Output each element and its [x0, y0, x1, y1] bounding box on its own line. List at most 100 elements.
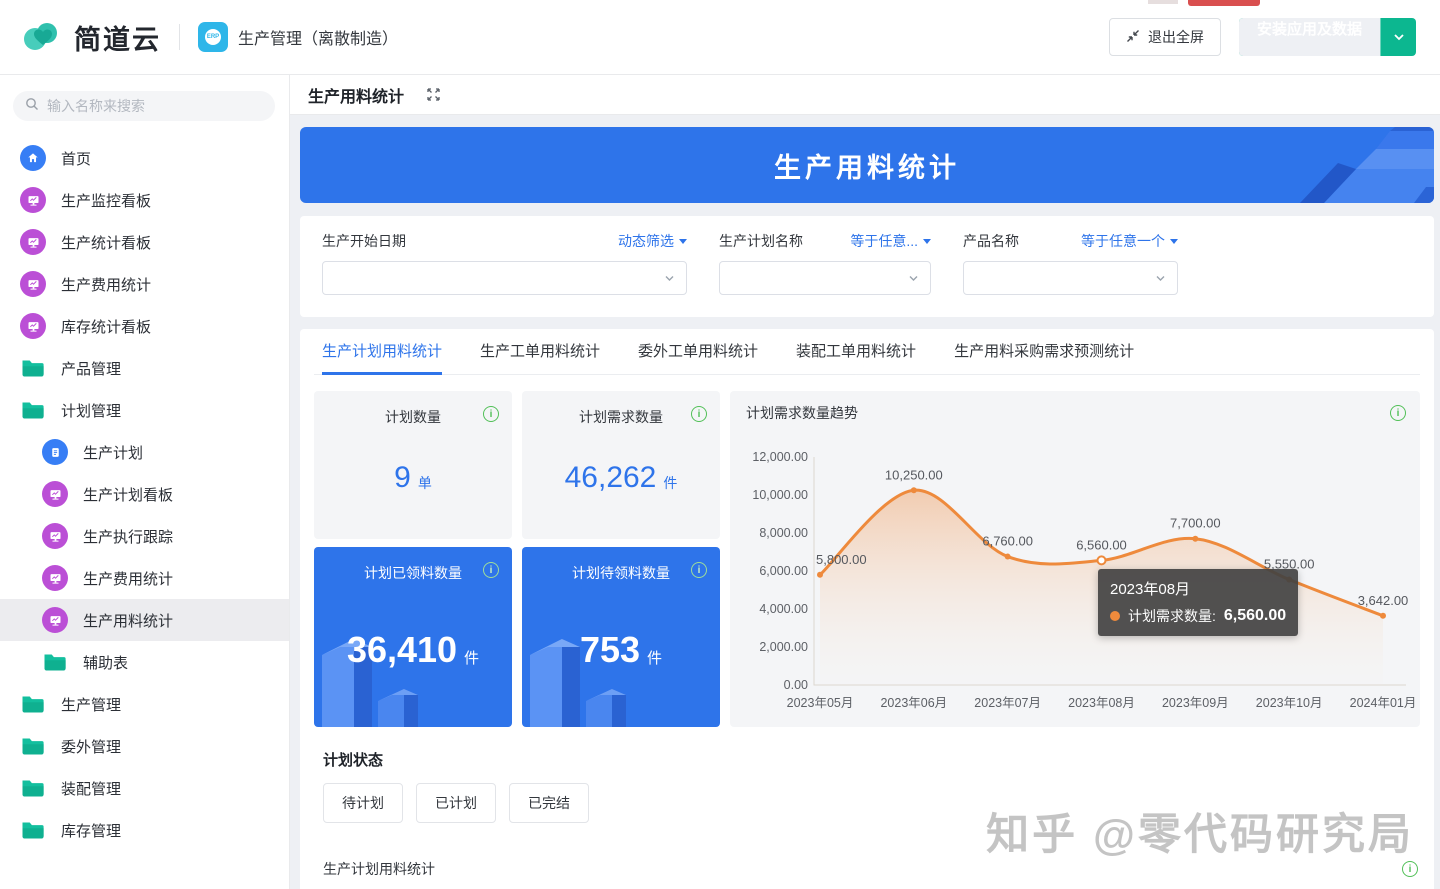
filter-operator-link[interactable]: 等于任意一个 — [1081, 231, 1178, 251]
install-dropdown-toggle[interactable] — [1380, 18, 1416, 56]
top-edge-gray-artifact — [1148, 0, 1178, 4]
sidebar-item-label: 生产用料统计 — [83, 610, 173, 631]
main-area: 生产用料统计 生产用料统计 — [290, 75, 1440, 889]
top-edge-red-artifact — [1188, 0, 1260, 6]
stat-card-value: 753件 — [580, 583, 662, 727]
tab-4[interactable]: 装配工单用料统计 — [796, 329, 916, 375]
app-icon: ERP — [198, 22, 228, 52]
sidebar-item-production-stats-board[interactable]: 生产统计看板 — [0, 221, 289, 263]
info-icon[interactable]: i — [1390, 405, 1406, 421]
sidebar-item-label: 计划管理 — [61, 400, 121, 421]
filter-operator-link[interactable]: 动态筛选 — [618, 231, 687, 251]
info-icon[interactable]: i — [691, 406, 707, 422]
stat-card-title: 计划待领料数量 — [572, 563, 670, 583]
sidebar-nav: 首页生产监控看板生产统计看板生产费用统计库存统计看板产品管理计划管理生产计划生产… — [0, 137, 289, 851]
home-icon — [20, 145, 46, 171]
board-icon — [42, 607, 68, 633]
logo-text: 简道云 — [74, 18, 161, 57]
stat-card-4: 计划待领料数量 i 753件 — [522, 547, 720, 727]
plan-status-option-2[interactable]: 已计划 — [416, 783, 496, 823]
sidebar-search[interactable] — [13, 91, 275, 121]
sidebar: 首页生产监控看板生产统计看板生产费用统计库存统计看板产品管理计划管理生产计划生产… — [0, 75, 290, 889]
tab-2[interactable]: 生产工单用料统计 — [480, 329, 600, 375]
sidebar-item-label: 委外管理 — [61, 736, 121, 757]
sidebar-item-label: 辅助表 — [83, 652, 128, 673]
board-icon — [20, 187, 46, 213]
search-icon — [25, 97, 39, 116]
plan-status-option-3[interactable]: 已完结 — [509, 783, 589, 823]
stat-card-2: 计划需求数量i46,262件 — [522, 391, 720, 539]
caret-down-icon — [923, 239, 931, 244]
sidebar-item-inventory-management[interactable]: 库存管理 — [0, 809, 289, 851]
tab-1[interactable]: 生产计划用料统计 — [322, 329, 442, 375]
info-icon[interactable]: i — [1402, 861, 1418, 877]
sidebar-item-production-execution-tracking[interactable]: 生产执行跟踪 — [0, 515, 289, 557]
sidebar-item-production-cost-stats[interactable]: 生产费用统计 — [0, 263, 289, 305]
search-input[interactable] — [47, 98, 247, 114]
svg-text:2,000.00: 2,000.00 — [759, 640, 808, 654]
exit-fullscreen-icon — [1126, 29, 1140, 46]
svg-text:4,000.00: 4,000.00 — [759, 602, 808, 616]
stat-card-title: 计划数量 — [385, 407, 441, 427]
dashboard-banner: 生产用料统计 — [300, 127, 1434, 203]
plan-status-label: 计划状态 — [323, 749, 1420, 770]
filter-panel: 生产开始日期 动态筛选 生产计划名称 等于任意... — [300, 216, 1434, 317]
sidebar-item-production-monitor-board[interactable]: 生产监控看板 — [0, 179, 289, 221]
tab-5[interactable]: 生产用料采购需求预测统计 — [954, 329, 1134, 375]
sidebar-item-label: 生产计划看板 — [83, 484, 173, 505]
plan-name-filter-select[interactable] — [719, 261, 931, 295]
svg-text:2023年10月: 2023年10月 — [1256, 696, 1323, 710]
sidebar-item-home[interactable]: 首页 — [0, 137, 289, 179]
date-filter-select[interactable] — [322, 261, 687, 295]
board-icon — [42, 565, 68, 591]
sidebar-item-label: 生产监控看板 — [61, 190, 151, 211]
sidebar-item-production-cost-stats-sub[interactable]: 生产费用统计 — [0, 557, 289, 599]
sidebar-item-production-plan[interactable]: 生产计划 — [0, 431, 289, 473]
sidebar-item-product-management[interactable]: 产品管理 — [0, 347, 289, 389]
board-icon — [42, 523, 68, 549]
svg-text:7,700.00: 7,700.00 — [1170, 516, 1221, 531]
expand-fullscreen-icon[interactable] — [426, 87, 441, 102]
svg-text:6,560.00: 6,560.00 — [1076, 537, 1127, 552]
sidebar-item-outsourcing-management[interactable]: 委外管理 — [0, 725, 289, 767]
svg-text:2023年08月: 2023年08月 — [1068, 696, 1135, 710]
stat-card-title: 计划需求数量 — [579, 407, 663, 427]
sidebar-item-assembly-management[interactable]: 装配管理 — [0, 767, 289, 809]
chart-title: 计划需求数量趋势 — [746, 403, 858, 423]
svg-text:10,000.00: 10,000.00 — [752, 488, 808, 502]
info-icon[interactable]: i — [483, 562, 499, 578]
sidebar-item-inventory-stats-board[interactable]: 库存统计看板 — [0, 305, 289, 347]
filter-production-start-date: 生产开始日期 动态筛选 — [322, 231, 687, 295]
tab-3[interactable]: 委外工单用料统计 — [638, 329, 758, 375]
info-icon[interactable]: i — [483, 406, 499, 422]
stat-card-1: 计划数量i9单 — [314, 391, 512, 539]
sidebar-item-production-management[interactable]: 生产管理 — [0, 683, 289, 725]
plan-status-option-1[interactable]: 待计划 — [323, 783, 403, 823]
svg-text:2023年05月: 2023年05月 — [787, 696, 854, 710]
install-app-button[interactable]: 安装应用及数据 — [1239, 18, 1416, 56]
board-icon — [20, 271, 46, 297]
svg-text:6,760.00: 6,760.00 — [982, 534, 1033, 549]
trend-chart-svg[interactable]: 0.002,000.004,000.006,000.008,000.0010,0… — [730, 425, 1420, 717]
svg-text:2023年09月: 2023年09月 — [1162, 696, 1229, 710]
folder-icon — [20, 691, 46, 717]
topbar-divider — [179, 24, 180, 50]
sidebar-item-plan-management[interactable]: 计划管理 — [0, 389, 289, 431]
sidebar-item-auxiliary-table[interactable]: 辅助表 — [0, 641, 289, 683]
stat-card-value: 36,410件 — [347, 583, 479, 727]
sidebar-item-production-material-stats[interactable]: 生产用料统计 — [0, 599, 289, 641]
jiandaoyun-logo[interactable]: 简道云 — [22, 18, 161, 57]
info-icon[interactable]: i — [691, 562, 707, 578]
exit-fullscreen-button[interactable]: 退出全屏 — [1109, 18, 1221, 56]
filter-label: 生产开始日期 — [322, 231, 406, 251]
page-title: 生产用料统计 — [308, 83, 404, 107]
product-name-filter-select[interactable] — [963, 261, 1178, 295]
sidebar-item-production-plan-board[interactable]: 生产计划看板 — [0, 473, 289, 515]
plan-status-buttons: 待计划已计划已完结 — [323, 783, 1420, 823]
svg-text:12,000.00: 12,000.00 — [752, 450, 808, 464]
banner-decoration — [1264, 127, 1434, 203]
folder-icon — [20, 397, 46, 423]
sidebar-item-label: 生产计划 — [83, 442, 143, 463]
current-app[interactable]: ERP 生产管理（离散制造） — [198, 22, 398, 52]
filter-operator-link[interactable]: 等于任意... — [850, 231, 931, 251]
